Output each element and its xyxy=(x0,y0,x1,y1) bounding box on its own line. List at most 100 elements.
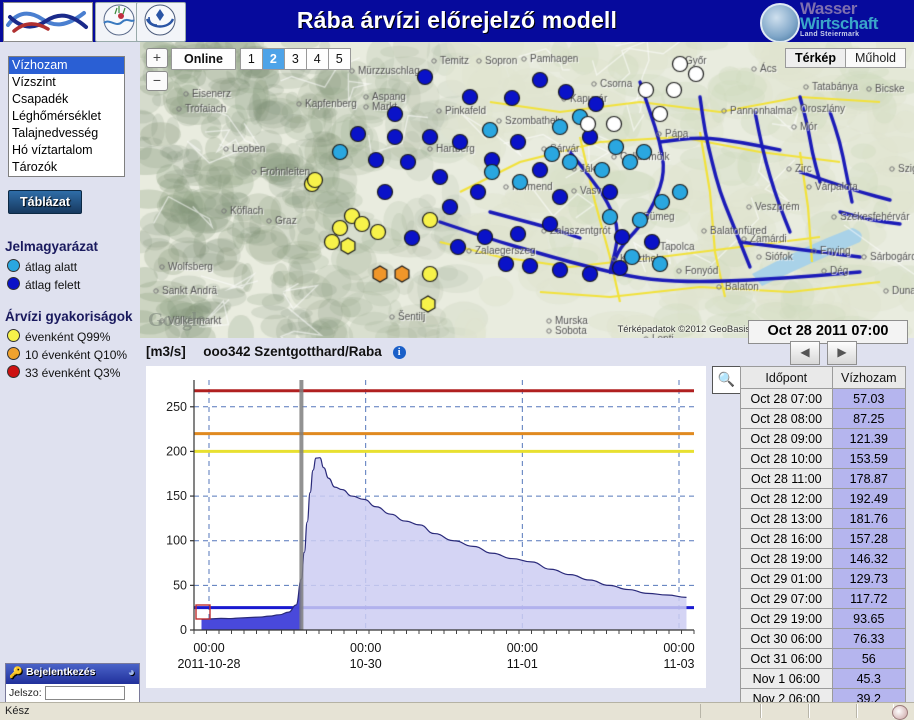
zoom-tool-icon[interactable]: 🔍 xyxy=(712,366,741,394)
cell-vizhozam: 146.32 xyxy=(832,549,905,569)
sidebar-item-vizhozam[interactable]: Vízhozam xyxy=(9,57,124,74)
application-root: Rába árvízi előrejelző modell Wasser Wir… xyxy=(0,0,914,720)
cell-vizhozam: 76.33 xyxy=(832,629,905,649)
legend-item-atlag-felett: átlag felett xyxy=(7,277,80,292)
forecast-step-tabs[interactable]: Online 1 2 3 4 5 xyxy=(172,48,351,70)
table-row[interactable]: Oct 28 16:00 157.28 xyxy=(741,529,906,549)
sidebar-item-talajnedvesseg[interactable]: Talajnedvesség xyxy=(9,125,124,142)
svg-text:00:00: 00:00 xyxy=(507,641,538,655)
login-field-label: Jelszo: xyxy=(9,687,42,699)
login-panel-titlebar: 🔑 Bejelentkezés ◕ xyxy=(6,664,139,684)
zoom-out-button[interactable]: − xyxy=(146,71,168,91)
svg-text:100: 100 xyxy=(166,534,187,548)
info-icon[interactable]: i xyxy=(393,346,406,359)
wasser-logo-subtitle: Land Steiermark xyxy=(800,31,908,38)
key-icon: 🔑 xyxy=(9,666,23,679)
status-segment-4 xyxy=(856,704,894,718)
table-row[interactable]: Oct 28 13:00 181.76 xyxy=(741,509,906,529)
online-tab[interactable]: Online xyxy=(171,48,236,70)
chart-unit-label: [m3/s] xyxy=(146,344,186,359)
cell-idopont: Oct 28 09:00 xyxy=(741,429,833,449)
step-tab-2[interactable]: 2 xyxy=(262,48,285,70)
cell-idopont: Oct 30 06:00 xyxy=(741,629,833,649)
svg-text:00:00: 00:00 xyxy=(350,641,381,655)
sidebar-item-tarozok[interactable]: Tározók xyxy=(9,159,124,176)
password-input[interactable] xyxy=(45,686,125,700)
table-row[interactable]: Nov 2 06:00 39.2 xyxy=(741,689,906,703)
step-tab-3[interactable]: 3 xyxy=(284,48,307,70)
map-zoom-controls[interactable]: + − xyxy=(146,48,166,94)
login-panel-body: Jelszo: xyxy=(6,684,139,702)
table-row[interactable]: Oct 30 06:00 76.33 xyxy=(741,629,906,649)
forecast-table-body: Oct 28 07:00 57.03 Oct 28 08:00 87.25 Oct 28… xyxy=(741,389,906,703)
sidebar: Vízhozam Vízszint Csapadék Léghőmérsékle… xyxy=(0,42,140,657)
legend-dot-q3-icon xyxy=(7,365,20,378)
cell-idopont: Oct 28 16:00 xyxy=(741,529,833,549)
sidebar-item-ho-viztartalom[interactable]: Hó víztartalom xyxy=(9,142,124,159)
cell-vizhozam: 87.25 xyxy=(832,409,905,429)
cell-idopont: Oct 29 01:00 xyxy=(741,569,833,589)
layer-select-list[interactable]: Vízhozam Vízszint Csapadék Léghőmérsékle… xyxy=(8,56,125,177)
table-row[interactable]: Oct 31 06:00 56 xyxy=(741,649,906,669)
table-row[interactable]: Oct 29 19:00 93.65 xyxy=(741,609,906,629)
svg-text:250: 250 xyxy=(166,400,187,414)
legend-title: Jelmagyarázat xyxy=(5,239,98,254)
step-tab-1[interactable]: 1 xyxy=(240,48,263,70)
table-row[interactable]: Oct 28 11:00 178.87 xyxy=(741,469,906,489)
sidebar-item-csapadek[interactable]: Csapadék xyxy=(9,91,124,108)
table-row[interactable]: Oct 28 07:00 57.03 xyxy=(741,389,906,409)
legend-label-atlag-alatt: átlag alatt xyxy=(25,260,77,274)
cell-idopont: Oct 28 19:00 xyxy=(741,549,833,569)
hydrograph-chart[interactable]: 0 50 100 150 200 250 00:00 2011-10-28 00:00 10-30… xyxy=(146,366,706,688)
status-text: Kész xyxy=(5,705,29,717)
table-row[interactable]: Oct 29 07:00 117.72 xyxy=(741,589,906,609)
wasserwirtschaft-logo: Wasser Wirtschaft Land Steiermark xyxy=(760,1,910,41)
table-row[interactable]: Nov 1 06:00 45.3 xyxy=(741,669,906,689)
cell-idopont: Oct 28 07:00 xyxy=(741,389,833,409)
map-type-muhold-button[interactable]: Műhold xyxy=(845,48,906,68)
sidebar-item-vizszint[interactable]: Vízszint xyxy=(9,74,124,91)
table-row[interactable]: Oct 28 19:00 146.32 xyxy=(741,549,906,569)
table-row[interactable]: Oct 29 01:00 129.73 xyxy=(741,569,906,589)
svg-text:2011-10-28: 2011-10-28 xyxy=(177,657,240,671)
next-timestep-button[interactable]: ▶ xyxy=(827,341,857,365)
cell-idopont: Oct 29 19:00 xyxy=(741,609,833,629)
cell-idopont: Oct 29 07:00 xyxy=(741,589,833,609)
legend-dot-atlag-felett-icon xyxy=(7,277,20,290)
forecast-table: Időpont Vízhozam Oct 28 07:00 57.03 Oct 28… xyxy=(740,366,906,702)
cell-idopont: Oct 28 12:00 xyxy=(741,489,833,509)
svg-text:50: 50 xyxy=(173,578,187,592)
svg-text:150: 150 xyxy=(166,489,187,503)
table-row[interactable]: Oct 28 08:00 87.25 xyxy=(741,409,906,429)
cell-vizhozam: 178.87 xyxy=(832,469,905,489)
login-panel-title: Bejelentkezés xyxy=(26,666,95,678)
app-header: Rába árvízi előrejelző modell Wasser Wir… xyxy=(0,0,914,42)
step-tab-4[interactable]: 4 xyxy=(306,48,329,70)
table-header-row: Időpont Vízhozam xyxy=(741,367,906,389)
cell-vizhozam: 129.73 xyxy=(832,569,905,589)
map-viewport[interactable]: Google Térképadatok ©2012 GeoBasis-DE/BK… xyxy=(140,42,914,338)
legend-label-q10: 10 évenként Q10% xyxy=(25,348,127,362)
status-segment-1 xyxy=(700,704,762,718)
login-panel[interactable]: 🔑 Bejelentkezés ◕ Jelszo: xyxy=(5,663,140,705)
zoom-in-button[interactable]: + xyxy=(146,48,168,68)
table-row[interactable]: Oct 28 12:00 192.49 xyxy=(741,489,906,509)
cell-idopont: Oct 28 08:00 xyxy=(741,409,833,429)
tablazat-button[interactable]: Táblázat xyxy=(8,190,82,214)
svg-text:11-01: 11-01 xyxy=(507,657,538,671)
step-tab-5[interactable]: 5 xyxy=(328,48,351,70)
table-row[interactable]: Oct 28 10:00 153.59 xyxy=(741,449,906,469)
wave-icon: ◕ xyxy=(128,665,135,679)
legend-item-q3: 33 évenként Q3% xyxy=(7,365,120,380)
forecast-table-wrapper[interactable]: Időpont Vízhozam Oct 28 07:00 57.03 Oct 28… xyxy=(740,366,906,702)
chart-header: [m3/s] ooo342 Szentgotthard/Raba i xyxy=(146,344,406,359)
map-canvas[interactable] xyxy=(140,42,914,338)
table-row[interactable]: Oct 28 09:00 121.39 xyxy=(741,429,906,449)
cell-idopont: Oct 28 11:00 xyxy=(741,469,833,489)
sidebar-item-leghomerseklet[interactable]: Léghőmérséklet xyxy=(9,108,124,125)
cell-idopont: Nov 2 06:00 xyxy=(741,689,833,703)
cell-vizhozam: 117.72 xyxy=(832,589,905,609)
prev-timestep-button[interactable]: ◀ xyxy=(790,341,820,365)
map-type-switch[interactable]: Térkép Műhold xyxy=(785,48,906,68)
map-type-terkep-button[interactable]: Térkép xyxy=(785,48,846,68)
